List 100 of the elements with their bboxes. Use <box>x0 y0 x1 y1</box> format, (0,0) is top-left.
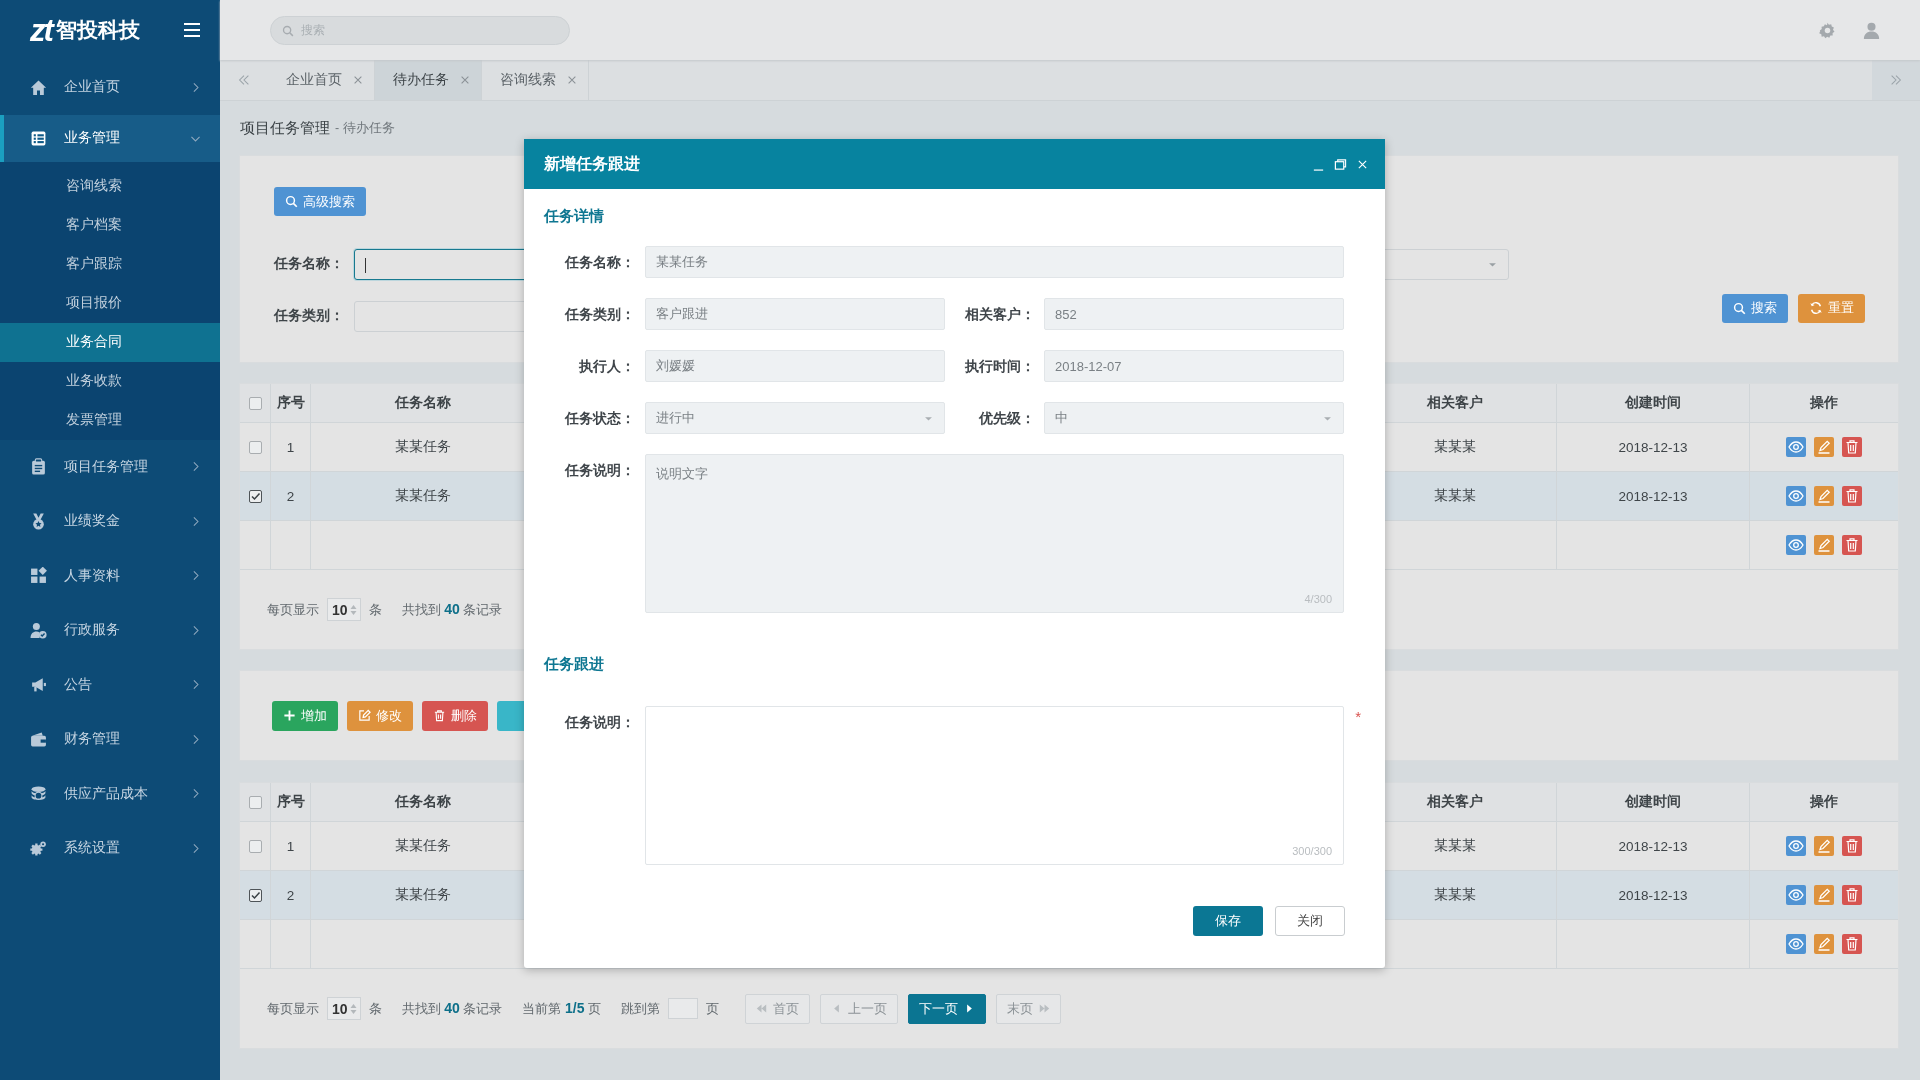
record-count: 共找到 40 条记录 <box>401 600 503 619</box>
column-header: 序号 <box>271 783 311 822</box>
delete-button[interactable] <box>1842 486 1862 506</box>
nav-subitem[interactable]: 发票管理 <box>0 400 220 440</box>
delete-button[interactable] <box>1842 934 1862 954</box>
column-header: 序号 <box>271 384 311 423</box>
nav-item[interactable]: 人事资料 <box>0 548 220 603</box>
field-label: 任务说明： <box>563 713 636 732</box>
pager-label: 跳到第 <box>621 999 661 1018</box>
edit-icon <box>358 709 371 722</box>
menu-icon[interactable] <box>182 20 202 40</box>
close-icon[interactable] <box>459 74 471 86</box>
edit-button[interactable] <box>1814 486 1834 506</box>
view-button[interactable] <box>1786 836 1806 856</box>
nav-item[interactable]: 项目任务管理 <box>0 439 220 494</box>
field-label: 执行人： <box>578 357 636 376</box>
column-header: 操作 <box>1750 384 1898 423</box>
medal-icon <box>30 512 47 530</box>
house-icon <box>30 78 47 96</box>
checkbox[interactable] <box>248 795 262 809</box>
megaphone-icon <box>30 676 47 694</box>
nav-item[interactable]: 业务管理 <box>0 114 220 162</box>
delete-button[interactable] <box>1842 885 1862 905</box>
tab[interactable]: 待办任务 <box>375 60 482 100</box>
checkbox[interactable] <box>248 839 262 853</box>
view-button[interactable] <box>1786 486 1806 506</box>
field-label: 相关客户： <box>964 305 1036 324</box>
delete-button[interactable] <box>1842 836 1862 856</box>
textarea-field[interactable] <box>645 706 1344 865</box>
tab[interactable]: 咨询线索 <box>482 60 589 100</box>
view-button[interactable] <box>1786 437 1806 457</box>
edit-button[interactable] <box>1814 836 1834 856</box>
section-title: 任务跟进 <box>544 654 605 674</box>
page-size-field[interactable]: 10 <box>327 997 361 1020</box>
delete-button[interactable] <box>1842 535 1862 555</box>
checkbox[interactable] <box>248 489 262 503</box>
page-jump-field[interactable] <box>668 998 699 1019</box>
field-label: 执行时间： <box>964 357 1036 376</box>
double-chevron-left-icon[interactable] <box>237 73 251 87</box>
edit-button[interactable] <box>1814 934 1834 954</box>
pager-label: 页 <box>706 999 720 1018</box>
search-button[interactable]: 搜索 <box>1722 293 1788 323</box>
nav-item[interactable]: 业绩奖金 <box>0 494 220 549</box>
field-label: 任务状态： <box>563 409 636 428</box>
pager-label: 条 <box>368 999 382 1018</box>
page-indicator: 当前第 1/5 页 <box>522 999 602 1018</box>
field-label: 任务名称： <box>274 255 345 273</box>
nav-subitem[interactable]: 咨询线索 <box>0 166 220 206</box>
nav-subitem[interactable]: 客户档案 <box>0 205 220 245</box>
nav-item[interactable]: 企业首页 <box>0 60 220 115</box>
logo-mark: zt <box>30 14 52 46</box>
view-button[interactable] <box>1786 535 1806 555</box>
checkbox[interactable] <box>248 440 262 454</box>
close-icon[interactable] <box>352 74 364 86</box>
nav-subitem[interactable]: 客户跟踪 <box>0 244 220 284</box>
nav-subitem[interactable]: 项目报价 <box>0 283 220 323</box>
nav-item[interactable]: 公告 <box>0 657 220 712</box>
page-size-field[interactable]: 10 <box>327 598 361 621</box>
column-header: 创建时间 <box>1557 384 1750 423</box>
nav-item[interactable]: 系统设置 <box>0 821 220 876</box>
search-icon <box>1733 301 1746 315</box>
close-button[interactable]: 关闭 <box>1275 906 1345 936</box>
edit-button[interactable] <box>1814 437 1834 457</box>
breadcrumb-section[interactable]: 项目任务管理 <box>240 118 330 138</box>
brand-name: 智投科技 <box>55 17 140 43</box>
nav-item[interactable]: 供应产品成本 <box>0 766 220 821</box>
table-cell: 2 <box>271 472 311 521</box>
required-mark: * <box>1355 708 1361 725</box>
nav-subitem[interactable]: 业务合同 <box>0 322 220 362</box>
gear-icon[interactable] <box>1819 21 1836 39</box>
view-button[interactable] <box>1786 934 1806 954</box>
pager-label: 每页显示 <box>267 600 319 619</box>
save-button[interactable]: 保存 <box>1193 906 1263 936</box>
list-icon <box>30 129 47 147</box>
widgets-icon <box>30 567 47 585</box>
delete-button[interactable] <box>1842 437 1862 457</box>
user-icon[interactable] <box>1863 21 1880 39</box>
column-header: 操作 <box>1750 783 1898 822</box>
checkbox[interactable] <box>248 888 262 902</box>
field-label: 任务名称： <box>563 253 636 272</box>
close-icon[interactable] <box>566 74 578 86</box>
edit-button[interactable] <box>1814 535 1834 555</box>
wallet-icon <box>30 730 47 748</box>
nav-item[interactable]: 行政服务 <box>0 603 220 658</box>
delete-button[interactable]: 删除 <box>422 700 488 731</box>
view-button[interactable] <box>1786 885 1806 905</box>
advanced-search-button[interactable]: 高级搜索 <box>274 187 366 216</box>
coin-stack-icon <box>30 785 47 803</box>
nav-item[interactable]: 财务管理 <box>0 712 220 767</box>
search-icon <box>285 195 298 208</box>
maximize-icon[interactable] <box>1334 157 1347 171</box>
checkbox[interactable] <box>248 396 262 410</box>
next-page-button[interactable]: 下一页 <box>908 993 987 1024</box>
add-button[interactable]: 增加 <box>272 700 338 731</box>
edit-button[interactable] <box>1814 885 1834 905</box>
field-label: 任务类别： <box>274 307 345 325</box>
table-cell: 2 <box>271 871 311 920</box>
trash-icon <box>433 709 446 722</box>
nav-subitem[interactable]: 业务收款 <box>0 361 220 401</box>
spinner-icon <box>349 1002 357 1015</box>
